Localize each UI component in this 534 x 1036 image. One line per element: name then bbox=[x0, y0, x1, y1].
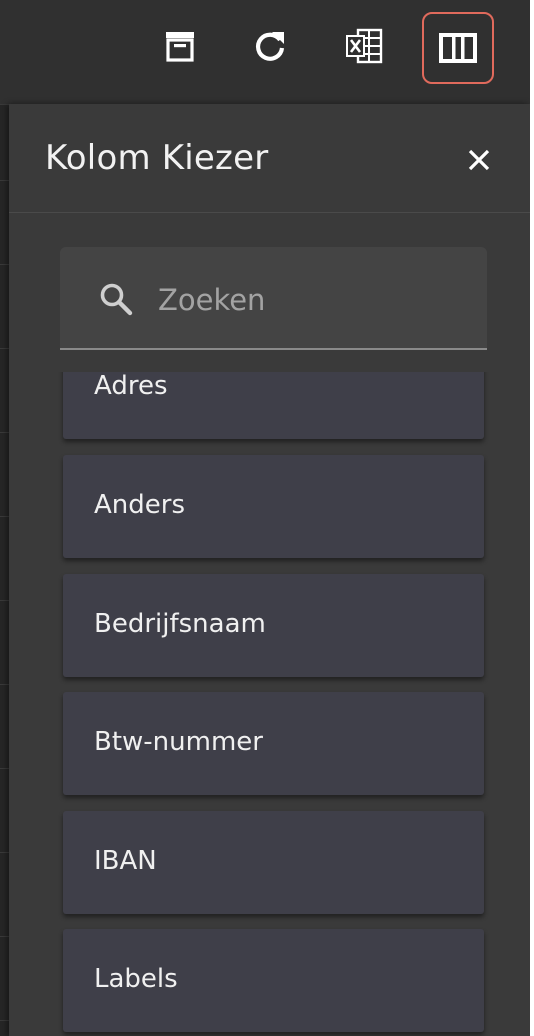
column-item-label: Btw-nummer bbox=[94, 727, 263, 757]
export-excel-button[interactable] bbox=[334, 16, 394, 76]
column-item-label: Bedrijfsnaam bbox=[94, 609, 266, 639]
close-button[interactable] bbox=[461, 142, 497, 178]
column-item-bedrijfsnaam[interactable]: Bedrijfsnaam bbox=[63, 574, 484, 677]
search-icon bbox=[100, 283, 133, 316]
column-item-label: Labels bbox=[94, 964, 178, 994]
column-item-label: Anders bbox=[94, 490, 185, 520]
search-input[interactable] bbox=[156, 279, 460, 321]
column-item-label: IBAN bbox=[94, 846, 157, 876]
column-chooser-panel: Kolom Kiezer Adres Anders Bedrijfsnaa bbox=[9, 104, 530, 1036]
underlying-table-edge bbox=[0, 104, 9, 1036]
column-item-iban[interactable]: IBAN bbox=[63, 811, 484, 914]
column-list: Adres Anders Bedrijfsnaam Btw-nummer IBA… bbox=[9, 372, 530, 1036]
columns-icon bbox=[439, 33, 477, 63]
panel-header: Kolom Kiezer bbox=[9, 104, 530, 213]
column-item-labels[interactable]: Labels bbox=[63, 929, 484, 1032]
app-frame: Kolom Kiezer Adres Anders Bedrijfsnaa bbox=[0, 0, 530, 1036]
excel-icon bbox=[346, 28, 383, 64]
column-picker-button[interactable] bbox=[422, 12, 494, 84]
column-item-label: Adres bbox=[94, 372, 168, 401]
search-field[interactable] bbox=[60, 247, 487, 350]
refresh-icon bbox=[255, 32, 285, 61]
archive-button[interactable] bbox=[150, 16, 210, 76]
close-icon bbox=[468, 149, 490, 171]
refresh-button[interactable] bbox=[240, 16, 300, 76]
toolbar bbox=[0, 0, 530, 105]
column-item-adres[interactable]: Adres bbox=[63, 372, 484, 439]
panel-title: Kolom Kiezer bbox=[45, 138, 269, 178]
column-item-anders[interactable]: Anders bbox=[63, 455, 484, 558]
archive-icon bbox=[166, 32, 194, 62]
column-item-btw-nummer[interactable]: Btw-nummer bbox=[63, 692, 484, 795]
